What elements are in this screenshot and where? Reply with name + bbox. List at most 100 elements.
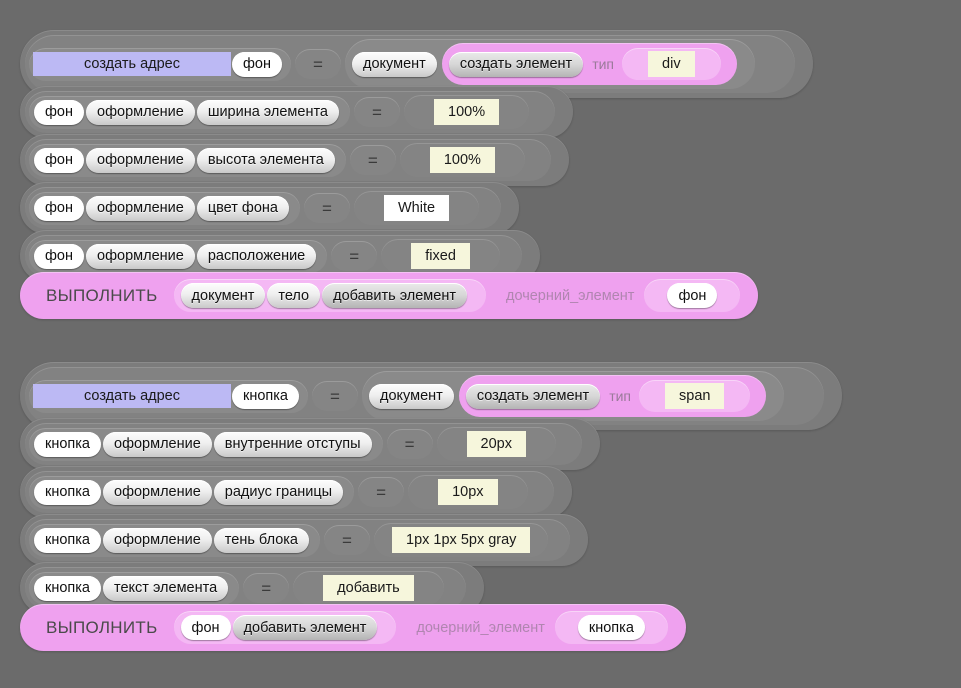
variable-pill-button[interactable]: кнопка [34, 479, 101, 505]
value-input-inner-text[interactable]: добавить [323, 575, 414, 601]
statement-mid-slot: кнопка текст элемента = добавить [25, 567, 466, 609]
property-pill-style[interactable]: оформление [86, 195, 195, 221]
value-input-height[interactable]: 100% [429, 147, 495, 173]
value-input-border-radius[interactable]: 10px [438, 479, 498, 505]
property-pill-style[interactable]: оформление [103, 527, 212, 553]
statement-outer-slot: кнопка оформление тень блока = 1px 1px 5… [20, 514, 589, 566]
statement-row-background-width[interactable]: фон оформление ширина элемента = 100% [20, 86, 574, 138]
value-input-padding[interactable]: 20px [466, 431, 526, 457]
property-pill-width[interactable]: ширина элемента [196, 99, 339, 125]
method-pill-create-element[interactable]: создать элемент [448, 51, 584, 77]
variable-pill-background[interactable]: фон [34, 195, 85, 221]
method-pill-create-element[interactable]: создать элемент [465, 383, 601, 409]
variable-pill-background[interactable]: фон [667, 283, 718, 308]
statement-row-background-height[interactable]: фон оформление высота элемента = 100% [20, 134, 569, 186]
variable-pill-button[interactable]: кнопка [34, 431, 101, 457]
object-pill-document[interactable]: документ [180, 283, 266, 308]
execute-call-group: фон добавить элемент [173, 611, 397, 644]
property-path-group: фон оформление цвет фона [29, 191, 300, 225]
object-pill-body[interactable]: тело [267, 283, 321, 308]
create-element-block[interactable]: создать элемент тип span [458, 375, 767, 417]
assignment-target-group: создать адрес кнопка [29, 379, 308, 413]
equals-icon: = [342, 530, 352, 550]
variable-pill-button[interactable]: кнопка [34, 575, 101, 601]
value-input-box-shadow[interactable]: 1px 1px 5px gray [392, 527, 531, 553]
value-slot: 20px [436, 427, 556, 461]
statement-row-button-padding[interactable]: кнопка оформление внутренние отступы = 2… [20, 418, 600, 470]
variable-pill-background[interactable]: фон [232, 51, 283, 77]
statement-row-background-color[interactable]: фон оформление цвет фона = White [20, 182, 520, 234]
tag-type-input[interactable]: div [648, 51, 695, 77]
value-slot: 1px 1px 5px gray [374, 523, 549, 557]
statement-row-execute-append-button[interactable]: ВЫПОЛНИТЬ фон добавить элемент дочерний_… [20, 604, 686, 651]
statement-outer-slot: фон оформление цвет фона = White [20, 182, 520, 234]
statement-row-button-box-shadow[interactable]: кнопка оформление тень блока = 1px 1px 5… [20, 514, 589, 566]
variable-pill-button[interactable]: кнопка [577, 615, 645, 640]
param-slot-child-element: фон [644, 279, 741, 312]
value-slot: 100% [399, 143, 525, 177]
statement-mid-slot: кнопка оформление радиус границы = 10px [25, 471, 554, 513]
property-pill-position[interactable]: расположение [196, 243, 317, 269]
statement-row-button-border-radius[interactable]: кнопка оформление радиус границы = 10px [20, 466, 572, 518]
statement-mid-slot: фон оформление высота элемента = 100% [25, 139, 551, 181]
equals-icon: = [367, 150, 378, 170]
operator-equals-slot: = [295, 49, 342, 79]
param-label-child-element: дочерний_элемент [505, 287, 635, 304]
property-path-group: кнопка оформление тень блока [29, 523, 320, 557]
property-pill-style[interactable]: оформление [86, 243, 195, 269]
property-pill-style[interactable]: оформление [103, 431, 212, 457]
property-pill-background-color[interactable]: цвет фона [196, 195, 289, 221]
property-path-group: кнопка оформление внутренние отступы [29, 427, 383, 461]
property-pill-padding[interactable]: внутренние отступы [213, 431, 372, 457]
param-label-type: тип [609, 388, 632, 404]
value-slot: White [353, 191, 480, 225]
param-slot-type: div [622, 48, 721, 80]
object-pill-document[interactable]: документ [369, 383, 454, 409]
variable-pill-background[interactable]: фон [34, 147, 85, 173]
variable-pill-background[interactable]: фон [180, 615, 231, 640]
property-pill-inner-text[interactable]: текст элемента [103, 575, 229, 601]
property-pill-height[interactable]: высота элемента [196, 147, 335, 173]
variable-pill-button[interactable]: кнопка [232, 383, 299, 409]
value-input-position[interactable]: fixed [411, 243, 470, 269]
operator-equals-slot: = [312, 381, 358, 411]
equals-icon: = [322, 198, 332, 218]
property-pill-style[interactable]: оформление [103, 479, 212, 505]
create-element-block[interactable]: создать элемент тип div [441, 43, 737, 85]
method-pill-append-child[interactable]: добавить элемент [322, 283, 467, 308]
visual-program-canvas: создать адрес фон = документ создать эле… [0, 0, 961, 688]
property-pill-style[interactable]: оформление [86, 147, 195, 173]
statement-mid-slot: создать адрес фон = документ создать эле… [25, 35, 795, 93]
param-slot-type: span [639, 380, 751, 412]
variable-pill-background[interactable]: фон [34, 99, 85, 125]
statement-row-execute-append-background[interactable]: ВЫПОЛНИТЬ документ тело добавить элемент… [20, 272, 759, 319]
operator-equals-slot: = [243, 573, 290, 603]
method-pill-append-child[interactable]: добавить элемент [232, 615, 378, 640]
property-path-group: кнопка оформление радиус границы [29, 475, 355, 509]
execute-block[interactable]: ВЫПОЛНИТЬ документ тело добавить элемент… [20, 272, 759, 319]
param-label-type: тип [592, 56, 615, 72]
tag-type-input[interactable]: span [665, 383, 725, 409]
create-address-input[interactable]: создать адрес [33, 52, 231, 76]
variable-pill-background[interactable]: фон [34, 243, 85, 269]
execute-block[interactable]: ВЫПОЛНИТЬ фон добавить элемент дочерний_… [20, 604, 686, 651]
operator-equals-slot: = [331, 241, 378, 271]
equals-icon: = [261, 578, 272, 598]
equals-icon: = [372, 102, 382, 122]
value-slot: 10px [408, 475, 528, 509]
assignment-target-group: создать адрес фон [29, 47, 292, 81]
value-input-width[interactable]: 100% [434, 99, 500, 125]
operator-equals-slot: = [354, 97, 400, 127]
value-slot: fixed [381, 239, 500, 273]
property-pill-box-shadow[interactable]: тень блока [213, 527, 309, 553]
operator-equals-slot: = [349, 145, 396, 175]
object-pill-document[interactable]: документ [352, 51, 437, 77]
property-path-group: фон оформление ширина элемента [29, 95, 350, 129]
property-pill-style[interactable]: оформление [86, 99, 195, 125]
expression-group: документ создать элемент тип span [362, 371, 785, 421]
value-input-color[interactable]: White [383, 195, 450, 221]
property-pill-border-radius[interactable]: радиус границы [213, 479, 344, 505]
variable-pill-button[interactable]: кнопка [34, 527, 101, 553]
create-address-input[interactable]: создать адрес [33, 384, 231, 408]
equals-icon: = [404, 434, 415, 454]
